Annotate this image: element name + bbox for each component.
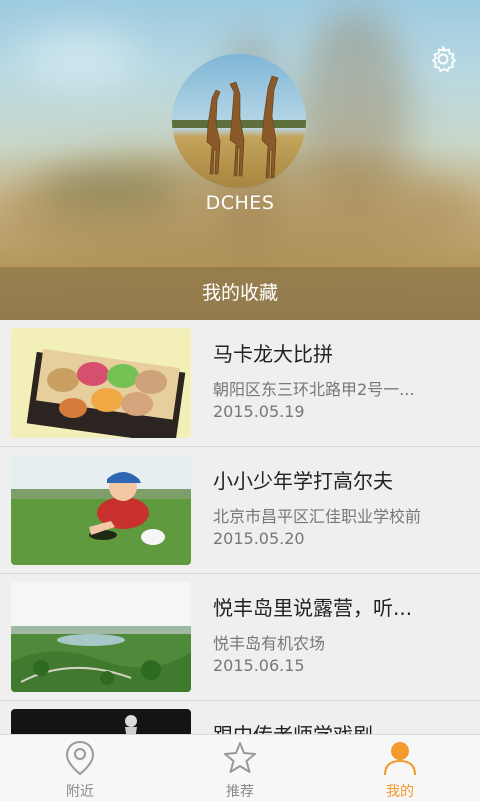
drama-thumbnail xyxy=(11,709,191,734)
favorites-list[interactable]: 马卡龙大比拼 朝阳区东三环北路甲2号一... 2015.05.19 小小少年学打… xyxy=(0,320,480,734)
item-address: 悦丰岛有机农场 xyxy=(213,634,326,653)
golf-boy-thumbnail xyxy=(11,455,191,565)
tab-nearby[interactable]: 附近 xyxy=(0,735,160,801)
bottom-tab-bar: 附近 推荐 我的 xyxy=(0,734,480,801)
giraffe-avatar-image xyxy=(172,54,306,188)
item-title: 悦丰岛里说露营，听... xyxy=(213,596,413,620)
list-item[interactable]: 跟中传老师学戏剧 xyxy=(0,701,480,734)
macaron-thumbnail xyxy=(11,328,191,438)
tab-label: 我的 xyxy=(386,784,414,800)
favorites-header: 我的收藏 xyxy=(0,267,480,320)
username: DCHES xyxy=(205,192,275,214)
tab-label: 附近 xyxy=(66,784,94,800)
list-item[interactable]: 小小少年学打高尔夫 北京市昌平区汇佳职业学校前 2015.05.20 xyxy=(0,447,480,574)
star-icon xyxy=(224,742,256,773)
list-item[interactable]: 马卡龙大比拼 朝阳区东三环北路甲2号一... 2015.05.19 xyxy=(0,320,480,447)
item-date: 2015.05.19 xyxy=(213,402,305,421)
person-icon xyxy=(384,742,416,776)
list-item[interactable]: 悦丰岛里说露营，听... 悦丰岛有机农场 2015.06.15 xyxy=(0,574,480,701)
item-title: 马卡龙大比拼 xyxy=(213,342,333,366)
tab-recommend[interactable]: 推荐 xyxy=(160,735,320,801)
item-date: 2015.06.15 xyxy=(213,656,305,675)
tab-label: 推荐 xyxy=(226,784,254,800)
background-blur xyxy=(20,30,140,90)
tab-mine[interactable]: 我的 xyxy=(320,735,480,801)
location-pin-icon xyxy=(65,740,95,776)
settings-gear-icon[interactable] xyxy=(428,44,458,74)
item-address: 朝阳区东三环北路甲2号一... xyxy=(213,380,415,399)
profile-header: DCHES 我的收藏 xyxy=(0,0,480,320)
item-date: 2015.05.20 xyxy=(213,529,305,548)
item-title: 跟中传老师学戏剧 xyxy=(213,719,463,734)
avatar[interactable] xyxy=(172,54,306,188)
item-address: 北京市昌平区汇佳职业学校前 xyxy=(213,507,422,526)
item-title: 小小少年学打高尔夫 xyxy=(213,469,393,493)
island-aerial-thumbnail xyxy=(11,582,191,692)
